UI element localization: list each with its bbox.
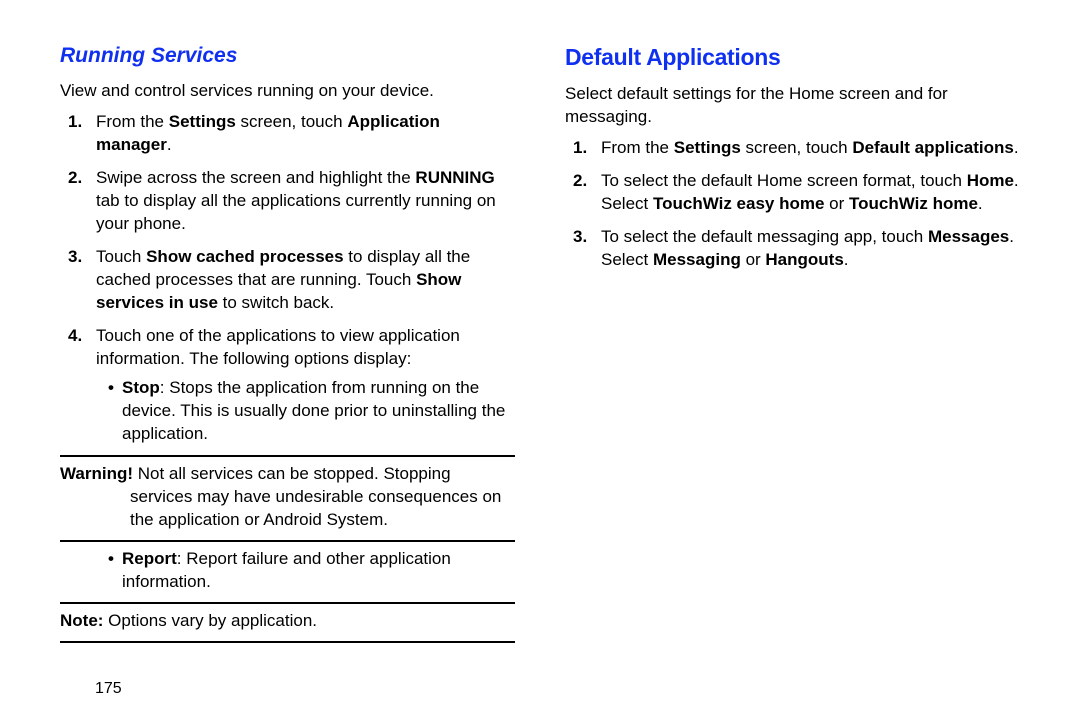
left-intro: View and control services running on you… [60, 80, 515, 103]
right-steps: From the Settings screen, touch Default … [573, 137, 1020, 272]
left-column: Running Services View and control servic… [60, 42, 515, 649]
rule-3 [60, 602, 515, 604]
note-block: Note: Options vary by application. [60, 610, 515, 633]
heading-default-applications: Default Applications [565, 42, 1020, 73]
left-step-4: Touch one of the applications to view ap… [96, 325, 515, 446]
left-steps: From the Settings screen, touch Applicat… [68, 111, 515, 445]
rule-1 [60, 455, 515, 457]
page-columns: Running Services View and control servic… [60, 42, 1020, 649]
warning-block: Warning! Not all services can be stopped… [60, 463, 515, 532]
left-step-3: Touch Show cached processes to display a… [96, 246, 515, 315]
right-step-1: From the Settings screen, touch Default … [601, 137, 1020, 160]
left-step-1: From the Settings screen, touch Applicat… [96, 111, 515, 157]
right-step-3: To select the default messaging app, tou… [601, 226, 1020, 272]
bullet-stop: Stop: Stops the application from running… [108, 377, 515, 446]
right-column: Default Applications Select default sett… [565, 42, 1020, 649]
right-step-2: To select the default Home screen format… [601, 170, 1020, 216]
rule-2 [60, 540, 515, 542]
bullet-report: Report: Report failure and other applica… [108, 548, 515, 594]
report-bullets: Report: Report failure and other applica… [60, 548, 515, 594]
left-step-2: Swipe across the screen and highlight th… [96, 167, 515, 236]
right-intro: Select default settings for the Home scr… [565, 83, 1020, 129]
heading-running-services: Running Services [60, 42, 515, 70]
page-number: 175 [95, 678, 122, 700]
left-step4-bullets: Stop: Stops the application from running… [96, 377, 515, 446]
rule-4 [60, 641, 515, 643]
